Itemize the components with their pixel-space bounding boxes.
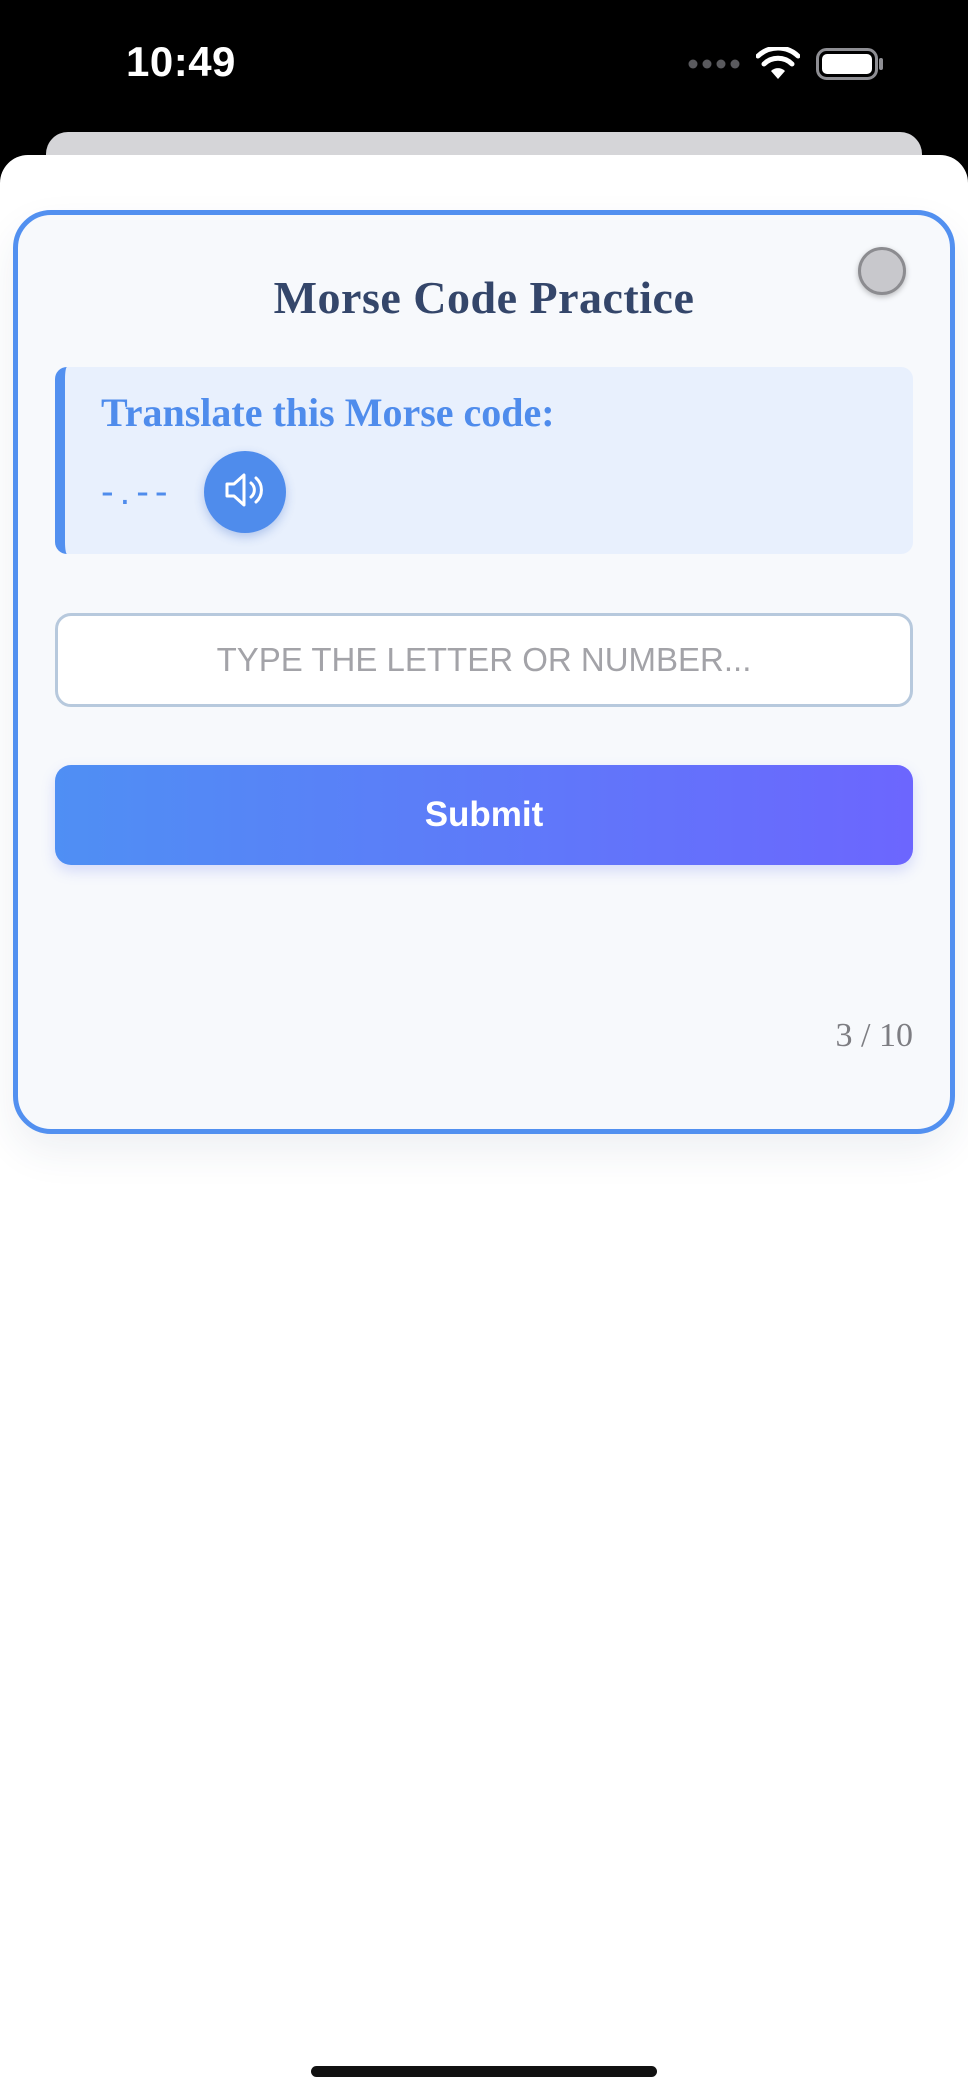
speaker-icon (223, 470, 267, 515)
progress-counter: 3 / 10 (835, 1017, 913, 1054)
page-title: Morse Code Practice (273, 272, 695, 323)
prompt-label: Translate this Morse code: (101, 390, 555, 435)
status-icons (688, 45, 884, 86)
play-sound-button[interactable] (203, 451, 286, 533)
morse-code: -.-- (101, 470, 174, 513)
wifi-icon (755, 45, 801, 86)
prompt-panel: Translate this Morse code: -.-- (55, 367, 913, 554)
morse-row: -.-- (101, 451, 286, 533)
answer-input[interactable] (55, 613, 913, 707)
practice-card: Morse Code Practice Translate this Morse… (13, 210, 955, 1134)
signal-dots-icon (688, 57, 740, 75)
home-indicator (311, 2066, 657, 2077)
status-time: 10:49 (126, 38, 236, 85)
battery-icon (816, 47, 884, 85)
status-bar: 10:49 (0, 0, 968, 150)
submit-button[interactable]: Submit (55, 765, 913, 865)
